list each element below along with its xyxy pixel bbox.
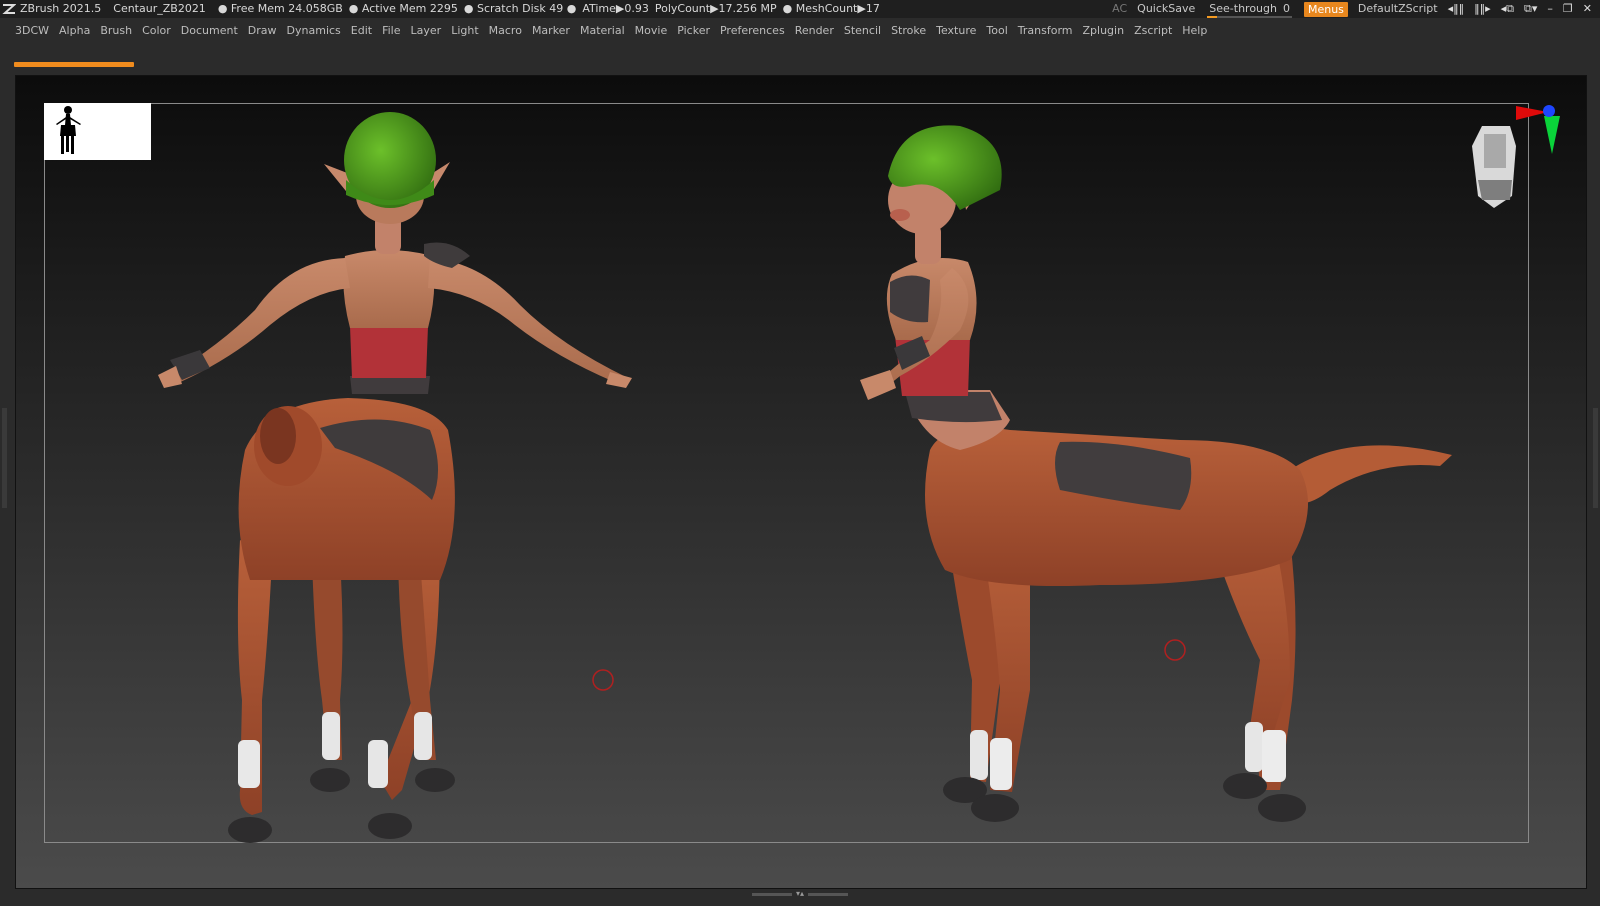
centaur-side-view[interactable] (860, 125, 1452, 822)
thumbnail-view[interactable] (44, 103, 151, 160)
centaur-back-view[interactable] (158, 112, 632, 843)
axis-gizmo-icon[interactable] (1516, 105, 1560, 154)
navigation-cube-icon[interactable] (1472, 126, 1516, 208)
brush-cursor-icon-2 (1164, 639, 1186, 661)
viewport-scene[interactable] (0, 0, 1600, 906)
bottom-tray-handle[interactable]: ▾▴ (745, 890, 855, 898)
centaur-silhouette-icon (56, 106, 81, 154)
brush-cursor-icon (592, 669, 614, 691)
tray-toggle-icon[interactable]: ▾▴ (796, 890, 804, 898)
